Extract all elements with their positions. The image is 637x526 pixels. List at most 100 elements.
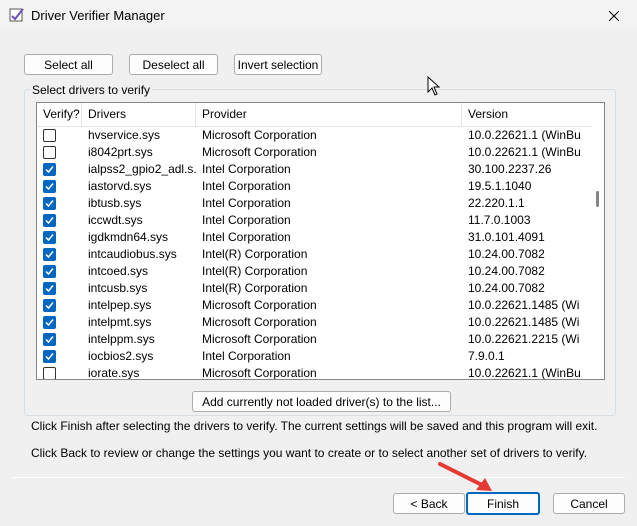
driver-name-cell: iorate.sys bbox=[88, 366, 140, 380]
verify-checkbox[interactable] bbox=[43, 231, 56, 244]
table-row[interactable]: intelpmt.sys Microsoft Corporation 10.0.22… bbox=[37, 314, 593, 331]
select-all-button[interactable]: Select all bbox=[24, 54, 113, 75]
provider-cell: Microsoft Corporation bbox=[202, 332, 317, 346]
driver-name-cell: iocbios2.sys bbox=[88, 349, 154, 363]
verify-checkbox[interactable] bbox=[43, 197, 56, 210]
verify-checkbox[interactable] bbox=[43, 333, 56, 346]
checkmark-icon bbox=[45, 285, 54, 293]
version-cell: 10.24.00.7082 bbox=[468, 247, 545, 261]
add-not-loaded-drivers-button[interactable]: Add currently not loaded driver(s) to th… bbox=[192, 391, 451, 412]
verifier-app-icon bbox=[9, 8, 24, 22]
column-header-provider[interactable]: Provider bbox=[196, 103, 462, 127]
driver-name-cell: hvservice.sys bbox=[88, 128, 161, 142]
verify-checkbox[interactable] bbox=[43, 248, 56, 261]
table-row[interactable]: iocbios2.sys Intel Corporation 7.9.0.1 bbox=[37, 348, 593, 365]
provider-cell: Microsoft Corporation bbox=[202, 298, 317, 312]
checkmark-icon bbox=[45, 302, 54, 310]
driver-name-cell: ialpss2_gpio2_adl.s... bbox=[88, 162, 196, 176]
verify-cell bbox=[37, 127, 82, 144]
finish-info-text: Click Finish after selecting the drivers… bbox=[31, 419, 598, 433]
verify-checkbox[interactable] bbox=[43, 316, 56, 329]
table-row[interactable]: intelpep.sys Microsoft Corporation 10.0.22… bbox=[37, 297, 593, 314]
driver-name-cell: iccwdt.sys bbox=[88, 213, 143, 227]
verify-checkbox[interactable] bbox=[43, 367, 56, 379]
checkmark-icon bbox=[45, 217, 54, 225]
column-header-verify[interactable]: Verify? bbox=[37, 103, 82, 127]
table-row[interactable]: igdkmdn64.sys Intel Corporation 31.0.101.4… bbox=[37, 229, 593, 246]
table-row[interactable]: iccwdt.sys Intel Corporation 11.7.0.1003 bbox=[37, 212, 593, 229]
driver-name-cell: intcusb.sys bbox=[88, 281, 148, 295]
table-row[interactable]: intcaudiobus.sys Intel(R) Corporation 10.2… bbox=[37, 246, 593, 263]
drivers-list[interactable]: Verify? Drivers Provider Version hvservi… bbox=[36, 102, 605, 380]
verify-checkbox[interactable] bbox=[43, 265, 56, 278]
verify-cell bbox=[37, 314, 82, 331]
list-rows: hvservice.sys Microsoft Corporation 10.0.2… bbox=[37, 127, 593, 380]
driver-name-cell: ibtusb.sys bbox=[88, 196, 142, 210]
column-header-version[interactable]: Version bbox=[462, 103, 580, 127]
scrollbar-thumb[interactable] bbox=[596, 191, 599, 207]
table-row[interactable]: i8042prt.sys Microsoft Corporation 10.0.22… bbox=[37, 144, 593, 161]
column-header-drivers[interactable]: Drivers bbox=[82, 103, 196, 127]
verify-checkbox[interactable] bbox=[43, 299, 56, 312]
group-label: Select drivers to verify bbox=[30, 83, 153, 97]
provider-cell: Intel(R) Corporation bbox=[202, 247, 308, 261]
table-row[interactable]: hvservice.sys Microsoft Corporation 10.0.2… bbox=[37, 127, 593, 144]
provider-cell: Intel Corporation bbox=[202, 213, 291, 227]
provider-cell: Intel Corporation bbox=[202, 179, 291, 193]
window-title: Driver Verifier Manager bbox=[31, 8, 165, 23]
table-row[interactable]: iastorvd.sys Intel Corporation 19.5.1.1040 bbox=[37, 178, 593, 195]
driver-name-cell: iastorvd.sys bbox=[88, 179, 152, 193]
table-row[interactable]: intelppm.sys Microsoft Corporation 10.0.22… bbox=[37, 331, 593, 348]
version-cell: 10.0.22621.2215 (Wi... bbox=[468, 332, 580, 346]
verify-checkbox[interactable] bbox=[43, 163, 56, 176]
provider-cell: Microsoft Corporation bbox=[202, 366, 317, 380]
version-cell: 10.0.22621.1485 (Wi... bbox=[468, 315, 580, 329]
deselect-all-button[interactable]: Deselect all bbox=[129, 54, 218, 75]
table-row[interactable]: ibtusb.sys Intel Corporation 22.220.1.1 bbox=[37, 195, 593, 212]
driver-name-cell: intcaudiobus.sys bbox=[88, 247, 177, 261]
version-cell: 30.100.2237.26 bbox=[468, 162, 552, 176]
list-header: Verify? Drivers Provider Version bbox=[37, 103, 604, 127]
version-cell: 10.24.00.7082 bbox=[468, 281, 545, 295]
verify-checkbox[interactable] bbox=[43, 350, 56, 363]
verify-cell bbox=[37, 229, 82, 246]
table-row[interactable]: ialpss2_gpio2_adl.s... Intel Corporation 3… bbox=[37, 161, 593, 178]
back-button[interactable]: < Back bbox=[393, 493, 465, 514]
annotation-arrow-icon bbox=[438, 462, 492, 491]
invert-selection-button[interactable]: Invert selection bbox=[234, 54, 322, 75]
version-cell: 10.0.22621.1 (WinBui... bbox=[468, 145, 580, 159]
provider-cell: Intel Corporation bbox=[202, 230, 291, 244]
version-cell: 7.9.0.1 bbox=[468, 349, 505, 363]
verify-cell bbox=[37, 348, 82, 365]
checkmark-icon bbox=[45, 353, 54, 361]
verify-cell bbox=[37, 280, 82, 297]
verify-checkbox[interactable] bbox=[43, 129, 56, 142]
close-button[interactable] bbox=[591, 0, 637, 31]
verify-checkbox[interactable] bbox=[43, 180, 56, 193]
verify-checkbox[interactable] bbox=[43, 282, 56, 295]
provider-cell: Microsoft Corporation bbox=[202, 315, 317, 329]
verify-cell bbox=[37, 297, 82, 314]
provider-cell: Intel(R) Corporation bbox=[202, 281, 308, 295]
table-row[interactable]: iorate.sys Microsoft Corporation 10.0.2262… bbox=[37, 365, 593, 380]
version-cell: 22.220.1.1 bbox=[468, 196, 525, 210]
verify-cell bbox=[37, 161, 82, 178]
vertical-scrollbar[interactable] bbox=[592, 103, 604, 379]
verify-checkbox[interactable] bbox=[43, 214, 56, 227]
footer-separator bbox=[12, 477, 625, 478]
table-row[interactable]: intcusb.sys Intel(R) Corporation 10.24.00.… bbox=[37, 280, 593, 297]
verify-checkbox[interactable] bbox=[43, 146, 56, 159]
checkmark-icon bbox=[45, 336, 54, 344]
provider-cell: Microsoft Corporation bbox=[202, 145, 317, 159]
provider-cell: Intel(R) Corporation bbox=[202, 264, 308, 278]
verify-cell bbox=[37, 365, 82, 379]
back-info-text: Click Back to review or change the setti… bbox=[31, 446, 588, 460]
version-cell: 10.0.22621.1485 (Wi... bbox=[468, 298, 580, 312]
version-cell: 19.5.1.1040 bbox=[468, 179, 532, 193]
driver-name-cell: intcoed.sys bbox=[88, 264, 149, 278]
driver-name-cell: i8042prt.sys bbox=[88, 145, 153, 159]
cancel-button[interactable]: Cancel bbox=[553, 493, 625, 514]
provider-cell: Intel Corporation bbox=[202, 196, 291, 210]
driver-name-cell: intelppm.sys bbox=[88, 332, 155, 346]
table-row[interactable]: intcoed.sys Intel(R) Corporation 10.24.00.… bbox=[37, 263, 593, 280]
